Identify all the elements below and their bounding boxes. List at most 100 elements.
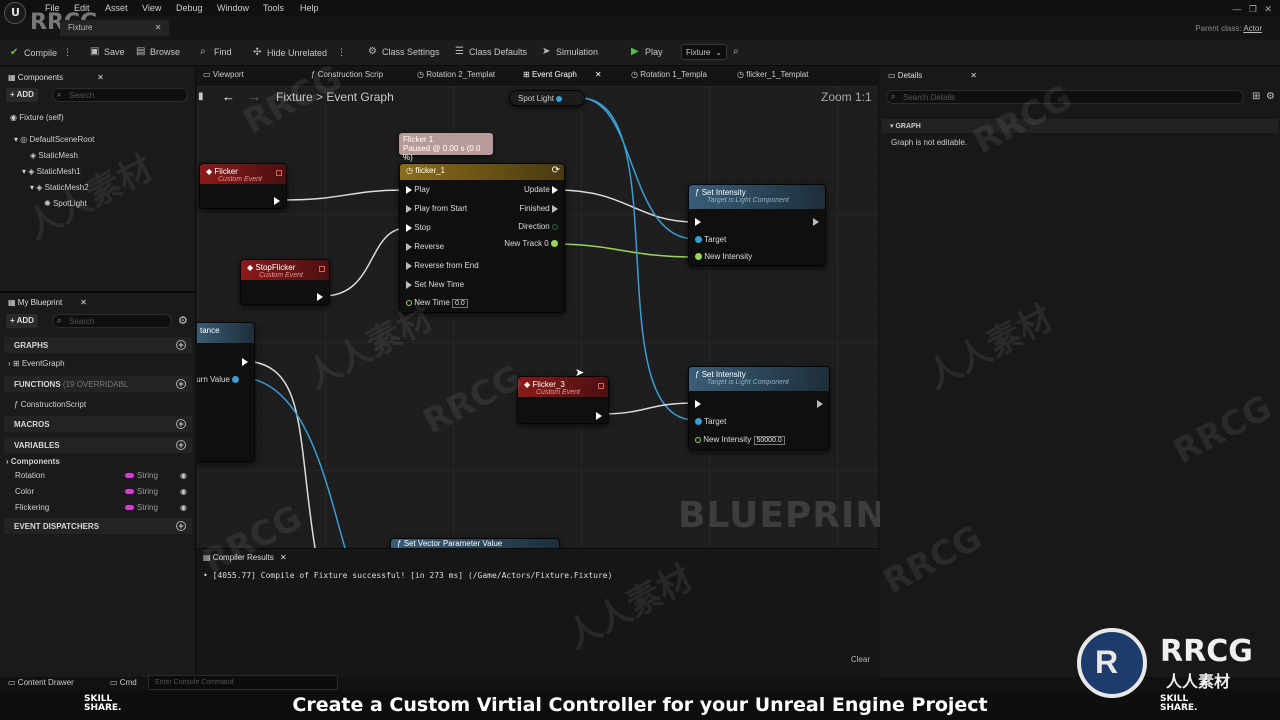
class-settings-button[interactable]: ⚙ Class Settings (368, 47, 440, 58)
update-pin[interactable]: Update (524, 185, 558, 194)
stop-pin[interactable]: Stop (406, 223, 431, 232)
graph-item-eventgraph[interactable]: › ⊞ EventGraph (8, 359, 65, 368)
details-tab[interactable]: ▭ Details ✕ (888, 71, 977, 80)
add-variable-icon[interactable]: + (176, 440, 186, 450)
menu-view[interactable]: View (142, 3, 161, 13)
set-intensity-node[interactable]: ƒ Set Intensity Target is Light Component… (688, 184, 826, 266)
components-tab[interactable]: ▦ Components ✕ (4, 70, 108, 86)
finished-pin[interactable]: Finished (520, 204, 558, 213)
variables-section[interactable]: VARIABLES + (4, 437, 192, 453)
event-graph-canvas[interactable]: Spot Light ◆ Flicker Custom Event ◆ StopF… (197, 86, 878, 548)
parent-class-link[interactable]: Actor (1243, 24, 1262, 33)
distance-node-partial[interactable]: tance turn Value (197, 322, 255, 462)
component-item[interactable]: ✺ SpotLight (44, 199, 87, 208)
close-icon[interactable]: ✕ (155, 23, 162, 32)
set-intensity-node[interactable]: ƒ Set Intensity Target is Light Component… (688, 366, 830, 450)
my-blueprint-tab[interactable]: ▦ My Blueprint ✕ (4, 295, 91, 311)
variable-row[interactable]: Rotation String ◉ (15, 471, 190, 480)
save-button[interactable]: ▣ Save (90, 47, 125, 58)
new-track-pin[interactable]: New Track 0 (504, 239, 558, 248)
dispatchers-section[interactable]: EVENT DISPATCHERS + (4, 518, 192, 534)
exec-out-pin[interactable] (274, 196, 280, 205)
function-item-constructionscript[interactable]: ƒ ConstructionScript (14, 400, 86, 409)
compiler-results-tab[interactable]: ▤ Compiler Results ✕ (203, 553, 287, 562)
variable-row[interactable]: Flickering String ◉ (15, 503, 190, 512)
flicker3-event-node[interactable]: ◆ Flicker_3 Custom Event (517, 376, 609, 424)
browse-button[interactable]: ▤ Browse (136, 47, 180, 58)
forward-arrow-icon[interactable]: → (248, 89, 261, 104)
compile-button[interactable]: ✔ Compile ⋮ (10, 47, 72, 58)
bookmark-icon[interactable]: ▮ (198, 91, 204, 102)
clear-button[interactable]: Clear (851, 655, 870, 664)
spot-light-getter-node[interactable]: Spot Light (509, 90, 585, 106)
add-macro-icon[interactable]: + (176, 419, 186, 429)
set-new-time-pin[interactable]: Set New Time (406, 280, 464, 289)
add-component-button[interactable]: + ADD (6, 88, 38, 102)
play-button[interactable]: ▶ Play (631, 47, 663, 58)
target-pin[interactable]: Target (695, 417, 726, 426)
eye-icon[interactable]: ◉ (180, 487, 187, 496)
new-time-pin[interactable]: New Time 0.0 (406, 298, 468, 308)
components-search-input[interactable]: ⌕ Search (52, 88, 188, 102)
eye-icon[interactable]: ◉ (180, 471, 187, 480)
breadcrumb-root[interactable]: Fixture (276, 90, 313, 104)
component-item[interactable]: ▾ ◈ StaticMesh2 (30, 183, 89, 192)
exec-out-pin[interactable] (242, 357, 248, 366)
reverse-from-end-pin[interactable]: Reverse from End (406, 261, 479, 270)
close-icon[interactable]: ✕ (80, 298, 87, 307)
tab-rotation-1[interactable]: ◷ Rotation 1_Templa (631, 70, 707, 79)
component-item[interactable]: ▾ ◎ DefaultSceneRoot (14, 135, 94, 144)
close-icon[interactable]: ✕ (970, 71, 977, 80)
component-root[interactable]: ◉ Fixture (self) (10, 113, 64, 122)
variable-row[interactable]: Color String ◉ (15, 487, 190, 496)
back-arrow-icon[interactable]: ← (222, 89, 235, 104)
cmd-button[interactable]: ▭ Cmd (110, 678, 137, 687)
exec-out-pin[interactable] (817, 399, 823, 408)
grid-view-icon[interactable]: ⊞ (1252, 91, 1260, 102)
macros-section[interactable]: MACROS + (4, 416, 192, 432)
asset-tab-fixture[interactable]: Fixture ✕ (60, 20, 170, 36)
stop-flicker-event-node[interactable]: ◆ StopFlicker Custom Event (240, 259, 330, 305)
hide-unrelated-button[interactable]: ✣ Hide Unrelated ⋮ (253, 47, 346, 58)
exec-in-pin[interactable] (695, 399, 701, 408)
add-member-button[interactable]: + ADD (6, 314, 38, 328)
simulation-button[interactable]: ➤ Simulation (542, 47, 598, 58)
add-dispatcher-icon[interactable]: + (176, 521, 186, 531)
find-button[interactable]: ⌕ Find (200, 47, 232, 58)
close-icon[interactable]: ✕ (595, 70, 602, 79)
add-graph-icon[interactable]: + (176, 340, 186, 350)
settings-icon[interactable]: ⚙ (1266, 91, 1275, 102)
new-intensity-pin[interactable]: New Intensity (695, 252, 752, 261)
content-drawer-button[interactable]: ▭ Content Drawer (8, 678, 74, 687)
tab-viewport[interactable]: ▭ Viewport (203, 70, 244, 79)
eye-icon[interactable]: ◉ (180, 503, 187, 512)
play-pin[interactable]: Play (406, 185, 430, 194)
menu-help[interactable]: Help (300, 3, 319, 13)
graph-section-header[interactable]: ▾ GRAPH (882, 119, 1278, 133)
component-item[interactable]: ▾ ◈ StaticMesh1 (22, 167, 81, 176)
new-intensity-pin[interactable]: New Intensity 50000.0 (695, 435, 785, 445)
tab-flicker-1[interactable]: ◷ flicker_1_Templat (737, 70, 808, 79)
target-pin[interactable]: Target (695, 235, 726, 244)
menu-asset[interactable]: Asset (105, 3, 128, 13)
exec-out-pin[interactable] (596, 411, 602, 420)
my-blueprint-search-input[interactable]: ⌕ Search (52, 314, 172, 328)
menu-debug[interactable]: Debug (176, 3, 203, 13)
delegate-pin[interactable] (276, 170, 282, 176)
class-defaults-button[interactable]: ☰ Class Defaults (455, 47, 527, 58)
menu-window[interactable]: Window (217, 3, 249, 13)
play-from-start-pin[interactable]: Play from Start (406, 204, 467, 213)
component-item[interactable]: ◈ StaticMesh (30, 151, 78, 160)
window-controls[interactable]: — ❐ ✕ (1232, 4, 1272, 15)
menu-tools[interactable]: Tools (263, 3, 284, 13)
tab-event-graph[interactable]: ⊞ Event Graph ✕ (523, 70, 602, 79)
return-value-pin[interactable]: turn Value (197, 375, 240, 384)
set-vector-parameter-node-partial[interactable]: ƒ Set Vector Parameter Value (390, 538, 560, 548)
delegate-pin[interactable] (598, 383, 604, 389)
delegate-pin[interactable] (319, 266, 325, 272)
close-icon[interactable]: ✕ (97, 73, 104, 82)
flicker-event-node[interactable]: ◆ Flicker Custom Event (199, 163, 287, 209)
close-icon[interactable]: ✕ (280, 553, 287, 562)
new-intensity-value[interactable]: 50000.0 (753, 436, 785, 445)
details-search-input[interactable]: ⌕ Search Details (886, 90, 1244, 104)
